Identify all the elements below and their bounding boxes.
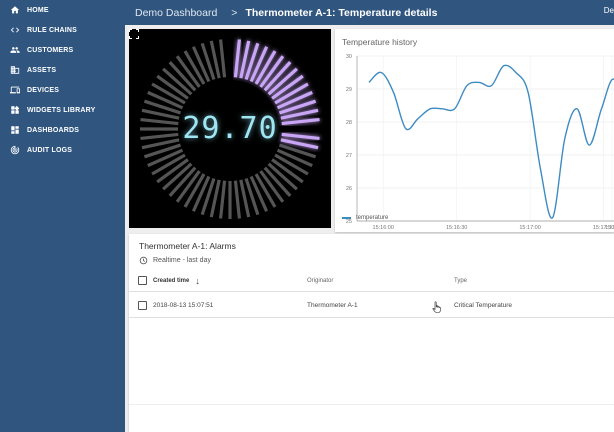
series-line-temperature bbox=[368, 64, 614, 219]
topbar-right-text[interactable]: De bbox=[604, 6, 614, 15]
y-tick-label: 27 bbox=[346, 153, 352, 159]
sidebar-item-widgets-library[interactable]: WIDGETS LIBRARY bbox=[0, 100, 125, 120]
row-checkbox[interactable] bbox=[138, 301, 147, 310]
gauge-value: 29.70 bbox=[182, 111, 278, 146]
alarms-title: Thermometer A-1: Alarms bbox=[139, 241, 236, 251]
x-tick-label: 15:18 bbox=[605, 225, 614, 231]
sidebar-item-label: DEVICES bbox=[27, 86, 60, 94]
code-icon bbox=[9, 25, 21, 35]
sort-arrow-icon[interactable]: ↓ bbox=[195, 276, 200, 286]
gauge-segment bbox=[219, 39, 227, 78]
digital-gauge-widget: 29.70 bbox=[129, 29, 331, 228]
sidebar-item-rule-chains[interactable]: RULE CHAINS bbox=[0, 20, 125, 40]
column-type[interactable]: Type bbox=[454, 270, 467, 291]
x-tick-label: 15:17:00 bbox=[519, 225, 540, 231]
y-tick-label: 26 bbox=[346, 186, 352, 192]
x-tick-label: 15:16:30 bbox=[446, 225, 467, 231]
sidebar-item-label: RULE CHAINS bbox=[27, 26, 78, 34]
sidebar-item-label: ASSETS bbox=[27, 66, 57, 74]
alarms-widget: Thermometer A-1: Alarms Realtime - last … bbox=[129, 234, 614, 432]
widgets-icon bbox=[9, 105, 21, 115]
timewindow-selector[interactable]: Realtime - last day bbox=[139, 256, 211, 265]
sidebar-item-label: WIDGETS LIBRARY bbox=[27, 106, 96, 114]
line-chart: 30292827262515:16:00 15:16:30 15:17:00 15:1… bbox=[346, 54, 614, 231]
temperature-history-widget: Temperature history 30 29 28 27 26 25 15:16:00… bbox=[335, 29, 614, 232]
select-all-checkbox[interactable] bbox=[138, 276, 147, 285]
y-tick-label: 28 bbox=[346, 120, 352, 126]
breadcrumb-separator: > bbox=[231, 6, 238, 19]
sidebar-item-label: HOME bbox=[27, 6, 49, 14]
y-tick-label: 30 bbox=[346, 54, 352, 60]
clock-icon bbox=[139, 256, 148, 265]
table-header: Created time ↓ Originator Type bbox=[129, 270, 614, 292]
fullscreen-icon[interactable] bbox=[129, 29, 139, 39]
domain-icon bbox=[9, 65, 21, 75]
home-icon bbox=[9, 5, 21, 15]
hand-cursor-icon bbox=[432, 301, 441, 313]
sidebar-item-audit-logs[interactable]: AUDIT LOGS bbox=[0, 140, 125, 160]
people-icon bbox=[9, 45, 21, 55]
timewindow-label: Realtime - last day bbox=[153, 257, 211, 264]
column-originator[interactable]: Originator bbox=[307, 270, 333, 291]
breadcrumb-dashboard[interactable]: Demo Dashboard bbox=[135, 7, 217, 19]
devices-icon bbox=[9, 85, 21, 95]
sidebar-item-label: DASHBOARDS bbox=[27, 126, 80, 134]
sidebar-item-home[interactable]: HOME bbox=[0, 0, 125, 20]
dashboard-icon bbox=[9, 125, 21, 135]
column-created-time[interactable]: Created time bbox=[153, 278, 189, 284]
gauge-segment-active bbox=[233, 39, 241, 78]
x-tick-label: 15:16:00 bbox=[373, 225, 394, 231]
breadcrumb-state: Thermometer A-1: Temperature details bbox=[245, 6, 438, 19]
table-row[interactable]: 2018-08-13 15:07:51 Thermometer A-1 Crit… bbox=[129, 293, 614, 318]
row-originator: Thermometer A-1 bbox=[307, 301, 358, 309]
sidebar-item-devices[interactable]: DEVICES bbox=[0, 80, 125, 100]
legend-label: temperature bbox=[356, 215, 389, 221]
gauge-segment bbox=[233, 180, 241, 219]
chart-legend[interactable]: temperature bbox=[342, 215, 388, 221]
row-created-time: 2018-08-13 15:07:51 bbox=[153, 301, 214, 309]
topbar: Demo Dashboard > Thermometer A-1: Temper… bbox=[125, 0, 614, 25]
gauge-segment bbox=[219, 180, 227, 219]
sidebar-item-label: AUDIT LOGS bbox=[27, 146, 73, 154]
sidebar-item-assets[interactable]: ASSETS bbox=[0, 60, 125, 80]
row-type: Critical Temperature bbox=[454, 301, 513, 309]
sidebar-item-customers[interactable]: CUSTOMERS bbox=[0, 40, 125, 60]
track-changes-icon bbox=[9, 145, 21, 155]
y-tick-label: 29 bbox=[346, 87, 352, 93]
sidebar-item-dashboards[interactable]: DASHBOARDS bbox=[0, 120, 125, 140]
sidebar: HOME RULE CHAINS CUSTOMERS ASSETS DEVICE… bbox=[0, 0, 125, 432]
sidebar-item-label: CUSTOMERS bbox=[27, 46, 74, 54]
legend-swatch bbox=[342, 217, 351, 219]
